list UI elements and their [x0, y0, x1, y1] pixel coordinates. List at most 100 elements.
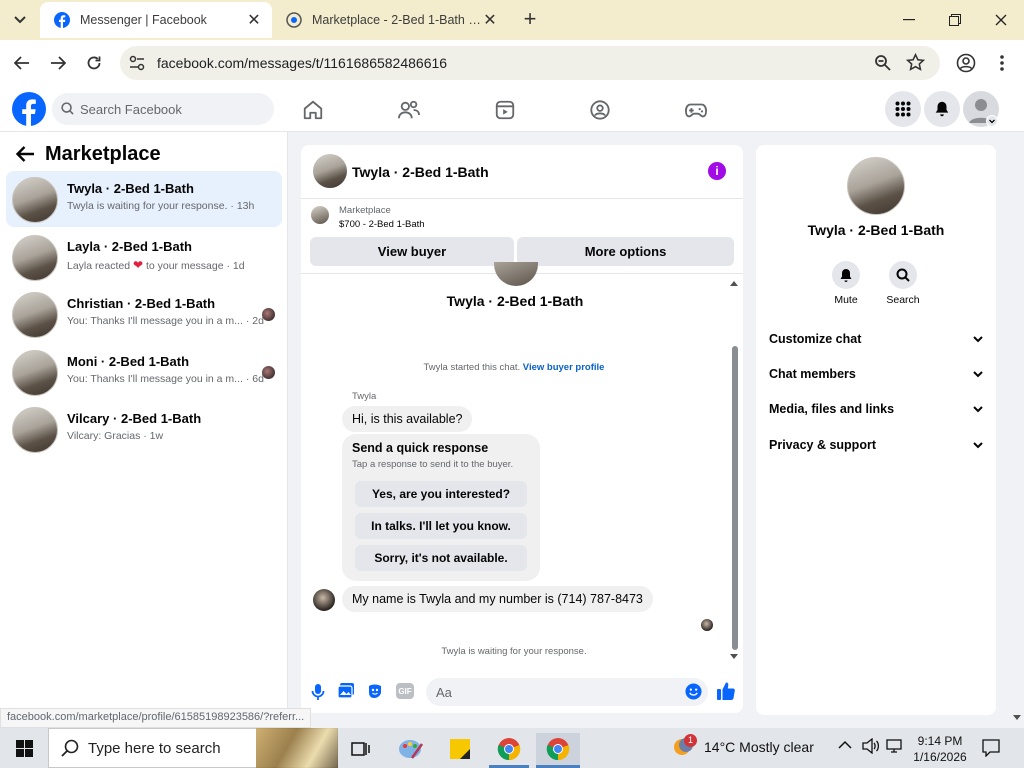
back-button[interactable] [15, 145, 35, 163]
nav-video[interactable] [494, 99, 516, 121]
section-chat-members[interactable]: Chat members [769, 362, 983, 386]
conversation-item[interactable]: Moni · 2-Bed 1-Bath You: Thanks I'll mes… [6, 344, 282, 400]
facebook-favicon-icon [54, 12, 70, 28]
view-buyer-profile-link[interactable]: View buyer profile [523, 362, 605, 373]
scroll-up-icon[interactable] [729, 279, 739, 287]
voice-clip-button[interactable] [308, 682, 328, 702]
sticker-button[interactable] [367, 682, 385, 700]
arrow-left-icon [14, 56, 29, 70]
mute-button[interactable] [832, 261, 860, 289]
windows-icon [15, 739, 33, 757]
chevron-down-icon [973, 370, 983, 377]
facebook-favicon-icon [286, 12, 302, 28]
heart-icon: ❤ [132, 258, 144, 272]
taskbar-app-paint[interactable] [389, 733, 433, 765]
microphone-icon [311, 684, 325, 700]
section-privacy-support[interactable]: Privacy & support [769, 433, 983, 457]
menu-button[interactable] [885, 91, 921, 127]
conversation-name: Twyla · 2-Bed 1-Bath [67, 181, 194, 196]
chat-title[interactable]: Twyla · 2-Bed 1-Bath [352, 164, 489, 180]
tune-icon [129, 55, 145, 71]
clock[interactable]: 9:14 PM 1/16/2026 [908, 733, 972, 765]
taskbar-search-text: Type here to search [88, 740, 221, 757]
page-scroll-down-icon[interactable] [1012, 714, 1022, 722]
waiting-notice: Twyla is waiting for your response. [441, 646, 587, 657]
taskbar-app-chrome[interactable] [487, 733, 531, 765]
restore-button[interactable] [932, 6, 978, 34]
nav-groups[interactable] [589, 99, 611, 121]
weather-text[interactable]: 14°C Mostly clear [704, 739, 814, 755]
more-options-button[interactable]: More options [517, 237, 734, 266]
quick-response-option[interactable]: Sorry, it's not available. [355, 545, 527, 571]
gif-button[interactable]: GIF [396, 683, 414, 699]
star-icon [906, 53, 925, 71]
show-hidden-icons-button[interactable] [838, 740, 852, 750]
menu-grid-icon [895, 101, 911, 117]
notifications-button[interactable] [924, 91, 960, 127]
section-customize-chat[interactable]: Customize chat [769, 327, 983, 351]
taskbar-app-sticky-notes[interactable] [438, 733, 482, 765]
conversation-item[interactable]: Twyla · 2-Bed 1-Bath Twyla is waiting fo… [6, 171, 282, 227]
quick-response-option[interactable]: In talks. I'll let you know. [355, 513, 527, 539]
chrome-icon [497, 738, 521, 761]
nav-friends[interactable] [397, 99, 421, 121]
taskbar-app-chrome-active[interactable] [536, 733, 580, 765]
bookmark-button[interactable] [906, 53, 925, 72]
new-tab-button[interactable]: + [518, 8, 542, 32]
profile-button[interactable] [956, 53, 976, 73]
notification-center-button[interactable] [982, 739, 1000, 757]
zoom-button[interactable] [874, 54, 892, 72]
section-media-files-links[interactable]: Media, files and links [769, 397, 983, 421]
tab-title: Messenger | Facebook [80, 13, 207, 27]
task-view-button[interactable] [339, 733, 383, 765]
listing-thumbnail[interactable] [311, 206, 329, 224]
browser-menu-button[interactable] [994, 54, 1010, 72]
account-icon [956, 53, 976, 73]
facebook-logo[interactable] [12, 92, 46, 126]
info-icon[interactable]: i [708, 162, 726, 180]
forward-button[interactable] [44, 49, 72, 77]
nav-gaming[interactable] [684, 99, 708, 121]
reload-button[interactable] [80, 49, 108, 77]
attach-photo-button[interactable] [337, 682, 355, 700]
volume-icon [862, 738, 880, 754]
sender-avatar[interactable] [313, 589, 335, 611]
tab-messenger[interactable]: Messenger | Facebook ✕ [40, 2, 272, 38]
conversation-avatar [12, 292, 58, 338]
nav-home[interactable] [302, 99, 324, 121]
chat-avatar[interactable] [313, 154, 347, 188]
volume-button[interactable] [862, 738, 880, 754]
site-info-button[interactable] [128, 54, 146, 72]
scroll-thumb[interactable] [732, 346, 738, 650]
tab-marketplace[interactable]: Marketplace - 2-Bed 1-Bath | Fa ✕ [272, 2, 508, 38]
gaming-icon [684, 103, 708, 118]
profile-avatar[interactable] [847, 157, 905, 215]
scroll-down-icon[interactable] [729, 653, 739, 661]
profile-name: Twyla · 2-Bed 1-Bath [807, 222, 945, 238]
close-tab-icon[interactable]: ✕ [246, 10, 262, 30]
sticker-icon [369, 684, 381, 698]
emoji-icon [685, 683, 702, 700]
close-tab-icon[interactable]: ✕ [482, 10, 498, 30]
tab-search-button[interactable] [8, 8, 32, 32]
start-button[interactable] [0, 728, 48, 768]
back-button[interactable] [8, 49, 36, 77]
close-window-button[interactable] [978, 6, 1024, 34]
friends-icon [398, 100, 420, 119]
url-text[interactable]: facebook.com/messages/t/1161686582486616 [157, 55, 447, 71]
network-button[interactable] [886, 738, 904, 754]
like-button[interactable] [716, 681, 736, 701]
minimize-button[interactable] [886, 6, 932, 34]
conversation-avatar [12, 350, 58, 396]
emoji-button[interactable] [685, 683, 702, 700]
conversation-avatar [12, 177, 58, 223]
view-buyer-button[interactable]: View buyer [310, 237, 514, 266]
search-in-chat-button[interactable] [889, 261, 917, 289]
conversation-item[interactable]: Layla · 2-Bed 1-Bath Layla reacted ❤ to … [6, 229, 282, 285]
conversation-avatar [12, 235, 58, 281]
quick-response-subtitle: Tap a response to send it to the buyer. [352, 459, 514, 470]
message-input[interactable] [426, 678, 708, 706]
quick-response-option[interactable]: Yes, are you interested? [355, 481, 527, 507]
conversation-item[interactable]: Vilcary · 2-Bed 1-Bath Vilcary: Gracias … [6, 401, 282, 457]
conversation-item[interactable]: Christian · 2-Bed 1-Bath You: Thanks I'l… [6, 286, 282, 342]
